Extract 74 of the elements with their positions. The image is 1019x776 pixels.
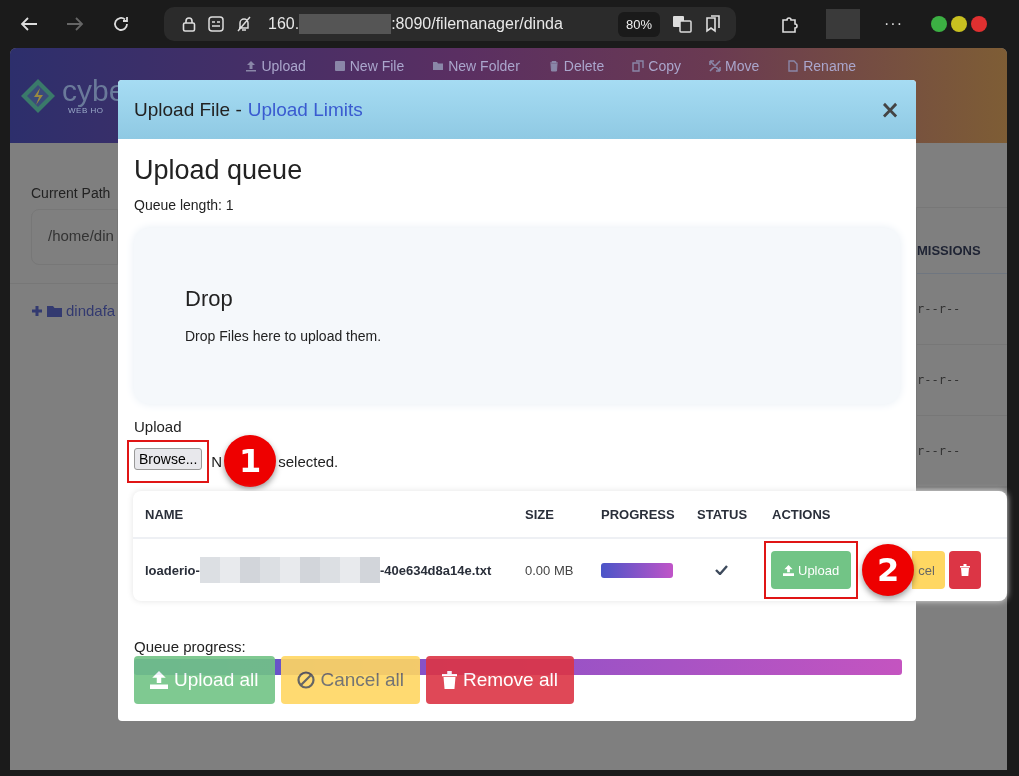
file-name: loaderio- [145, 562, 200, 578]
document-icon [787, 60, 800, 72]
file-status-text: N [211, 452, 223, 470]
forward-icon[interactable] [66, 16, 84, 32]
page-info-icon[interactable] [208, 16, 224, 32]
lock-icon [182, 16, 196, 32]
plus-icon[interactable] [31, 304, 43, 317]
square-icon [333, 60, 346, 72]
column-header: ACTIONS [772, 506, 831, 522]
trash-icon [547, 60, 560, 72]
address-bar[interactable]: 160. :8090/filemanager/dinda 80% [164, 7, 736, 41]
toolbar-item[interactable]: Upload [245, 58, 306, 74]
url-text: :8090/filemanager/dinda [391, 15, 563, 33]
toolbar-item[interactable]: Move [708, 58, 760, 74]
reload-icon[interactable] [112, 15, 130, 33]
folder-link[interactable]: dindafa [66, 302, 116, 319]
close-window-button[interactable] [971, 16, 987, 32]
trash-icon [441, 671, 457, 689]
file-name: -40e634d8a14e.txt [379, 562, 492, 578]
url-text: 160. [268, 15, 300, 33]
cancel-button[interactable]: cel [912, 551, 945, 589]
step-badge: 2 [862, 544, 915, 596]
drop-title: Drop [185, 286, 234, 312]
table-cell: r--r-- [917, 416, 1007, 487]
arrows-icon [708, 60, 721, 72]
upload-icon [150, 671, 168, 689]
toolbar-item[interactable]: New File [333, 58, 405, 74]
close-button[interactable]: × [879, 95, 900, 124]
upload-limits-link[interactable]: Upload Limits [247, 98, 363, 121]
logo-icon [20, 77, 56, 114]
toolbar-item[interactable]: Delete [547, 58, 605, 74]
section-heading: Upload queue [134, 155, 303, 186]
table-cell-text: 0.00 MB [525, 562, 575, 578]
maximize-button[interactable] [951, 16, 967, 32]
toolbar-item[interactable]: Copy [632, 58, 681, 74]
column-header: PROGRESS [601, 506, 676, 522]
toolbar-item[interactable]: Rename [787, 58, 857, 74]
copy-icon [632, 60, 645, 72]
drop-text: Drop Files here to upload them. [185, 328, 383, 344]
upload-button[interactable]: Upload [771, 551, 852, 589]
column-header: SIZE [525, 506, 555, 522]
bell-off-icon[interactable] [236, 16, 252, 32]
folder-icon [47, 304, 62, 317]
current-path-label: Current Path [31, 185, 112, 201]
folder-icon [432, 60, 445, 72]
column-header: STATUS [697, 506, 749, 522]
table-cell: r--r-- [917, 345, 1007, 416]
queue-length-text: Queue length: 1 [134, 197, 234, 213]
queue-progress-label: Queue progress: [134, 638, 246, 655]
dialog-title: Upload File - [134, 98, 242, 121]
remove-all-button[interactable]: Remove all [425, 656, 574, 704]
trash-icon [959, 564, 970, 576]
zoom-badge[interactable]: 80% [617, 11, 660, 37]
browse-button[interactable]: Browse... [134, 447, 203, 470]
collections-icon[interactable] [704, 15, 722, 33]
puzzle-icon[interactable] [780, 14, 800, 34]
remove-button[interactable] [948, 551, 981, 589]
translate-icon[interactable] [672, 15, 692, 33]
column-header: NAME [144, 506, 185, 522]
upload-label: Upload [134, 418, 182, 435]
upload-icon [245, 60, 258, 72]
minimize-button[interactable] [931, 16, 947, 32]
upload-icon [783, 564, 794, 576]
table-cell: r--r-- [917, 274, 1007, 345]
back-icon[interactable] [20, 16, 38, 32]
more-menu[interactable]: ··· [884, 15, 903, 33]
toolbar-item[interactable]: New Folder [432, 58, 520, 74]
column-header: MISSIONS [917, 208, 1007, 274]
cancel-all-button[interactable]: Cancel all [280, 656, 420, 704]
file-status-text: selected. [278, 452, 339, 470]
ban-icon [296, 671, 315, 689]
step-badge: 1 [224, 435, 277, 487]
drop-zone[interactable]: Drop Drop Files here to upload them. [134, 228, 900, 404]
logo-subtitle: WEB HO [68, 106, 104, 115]
